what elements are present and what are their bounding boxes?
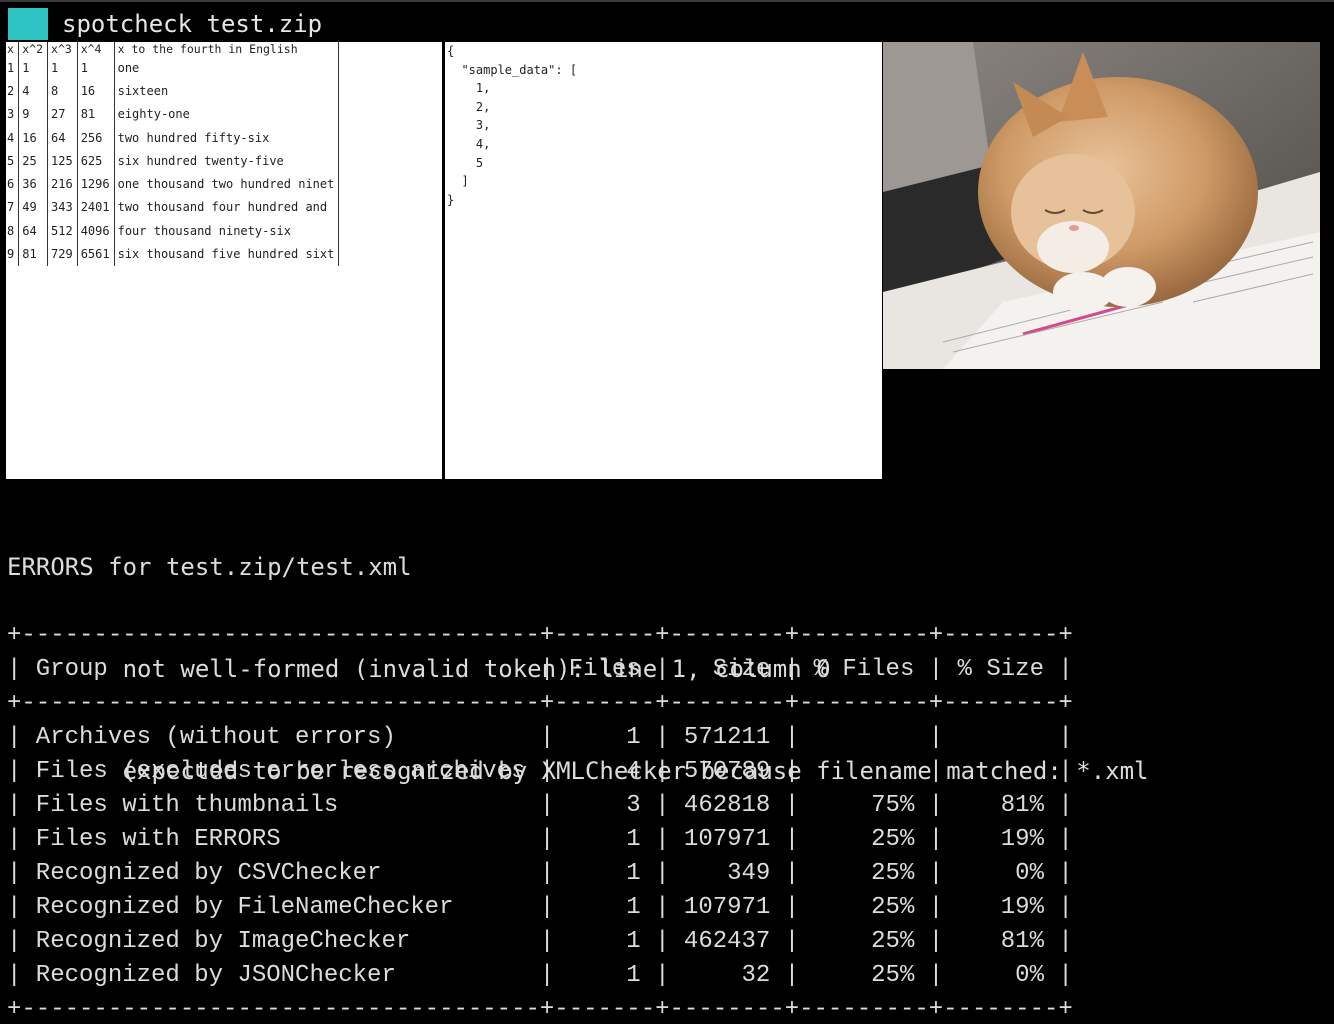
table-header-row: | Group | Files | Size | % Files | % Siz… xyxy=(7,656,1073,683)
csv-cell: 9 xyxy=(7,247,15,262)
csv-cell: x^2 xyxy=(18,42,48,56)
csv-cell: 625 xyxy=(76,149,115,173)
table-row: | Recognized by CSVChecker | 1 | 349 | 2… xyxy=(7,860,1073,887)
csv-cell: 729 xyxy=(47,242,78,266)
csv-cell: 64 xyxy=(18,219,48,243)
csv-row: 2 4 8 16 sixteen xyxy=(6,79,340,103)
csv-row: 4 16 64 256 two hundred fifty-six xyxy=(6,125,340,150)
csv-cell: 216 xyxy=(47,172,78,196)
csv-cell: 256 xyxy=(76,125,115,150)
csv-cell: x^4 xyxy=(76,42,115,56)
csv-row: 5 25 125 625 six hundred twenty-five xyxy=(6,149,340,173)
csv-cell: 16 xyxy=(18,125,48,150)
csv-cell: four thousand ninety-six xyxy=(113,219,340,243)
csv-cell: 2 xyxy=(7,83,15,98)
csv-cell: 81 xyxy=(18,242,48,266)
stats-table: +------------------------------------+--… xyxy=(7,619,1073,1024)
csv-cell: 5 xyxy=(7,153,15,168)
table-row: | Archives (without errors) | 1 | 571211… xyxy=(7,724,1073,751)
json-thumbnail: { "sample_data": [ 1, 2, 3, 4, 5 ] } xyxy=(445,42,882,479)
csv-row: 6 36 216 1296 one thousand two hundred ninet xyxy=(6,172,340,196)
csv-cell: 16 xyxy=(76,79,115,103)
table-row: | Recognized by FileNameChecker | 1 | 10… xyxy=(7,894,1073,921)
table-border: +------------------------------------+--… xyxy=(7,622,1073,649)
csv-thumbnail: x x^2 x^3 x^4 x to the fourth in English 1 1 1 1… xyxy=(6,42,442,479)
csv-cell: 36 xyxy=(18,172,48,196)
csv-row: 8 64 512 4096 four thousand ninety-six xyxy=(6,219,340,243)
window-title: spotcheck test.zip xyxy=(62,10,323,38)
csv-cell: x to the fourth in English xyxy=(113,42,340,56)
csv-row: 1 1 1 1 one xyxy=(6,56,340,80)
csv-cell: 343 xyxy=(47,195,78,220)
csv-cell: 1296 xyxy=(76,172,115,196)
csv-cell: 27 xyxy=(47,102,78,126)
csv-cell: x^3 xyxy=(47,42,78,56)
table-row: | Recognized by ImageChecker | 1 | 46243… xyxy=(7,928,1073,955)
csv-cell: 1 xyxy=(47,56,78,80)
cat-image-thumbnail xyxy=(883,42,1320,369)
csv-table: x x^2 x^3 x^4 x to the fourth in English 1 1 1 1… xyxy=(6,42,340,266)
csv-cell: 1 xyxy=(7,60,15,75)
csv-cell: 2401 xyxy=(76,195,115,220)
table-border: +------------------------------------+--… xyxy=(7,996,1073,1023)
csv-row: 9 81 729 6561 six thousand five hundred sixt xyxy=(6,242,340,266)
csv-cell: 125 xyxy=(47,149,78,173)
csv-cell: 1 xyxy=(18,56,48,80)
csv-cell: 4096 xyxy=(76,219,115,243)
csv-cell: two hundred fifty-six xyxy=(113,125,340,150)
csv-cell: 64 xyxy=(47,125,78,150)
csv-cell: 3 xyxy=(7,107,15,122)
csv-cell: 4 xyxy=(18,79,48,103)
csv-header-row: x x^2 x^3 x^4 x to the fourth in English xyxy=(6,42,340,56)
csv-cell: 9 xyxy=(18,102,48,126)
errors-heading: ERRORS for test.zip/test.xml xyxy=(7,553,412,581)
cat-photo xyxy=(883,42,1320,369)
csv-cell: x xyxy=(7,42,14,56)
table-row: | Recognized by JSONChecker | 1 | 32 | 2… xyxy=(7,962,1073,989)
csv-cell: 8 xyxy=(47,79,78,103)
csv-cell: 512 xyxy=(47,219,78,243)
table-row: | Files with ERRORS | 1 | 107971 | 25% |… xyxy=(7,826,1073,853)
table-row: | Files (excludes errorless archives | 4… xyxy=(7,758,1073,785)
json-text: { "sample_data": [ 1, 2, 3, 4, 5 ] } xyxy=(447,44,578,207)
cursor-block xyxy=(8,8,48,40)
csv-cell: one thousand two hundred ninet xyxy=(113,172,340,196)
csv-cell: 6561 xyxy=(76,242,115,266)
csv-cell: 49 xyxy=(18,195,48,220)
title-bar: spotcheck test.zip xyxy=(0,0,1334,42)
csv-cell: eighty-one xyxy=(113,102,340,126)
csv-cell: 8 xyxy=(7,223,15,238)
csv-cell: sixteen xyxy=(113,79,340,103)
csv-cell: one xyxy=(113,56,340,80)
csv-cell: six thousand five hundred sixt xyxy=(113,242,340,266)
csv-cell: 6 xyxy=(7,177,15,192)
csv-cell: six hundred twenty-five xyxy=(113,149,340,173)
table-border: +------------------------------------+--… xyxy=(7,690,1073,717)
csv-cell: 1 xyxy=(76,56,115,80)
csv-cell: 25 xyxy=(18,149,48,173)
csv-row: 7 49 343 2401 two thousand four hundred and xyxy=(6,195,340,220)
csv-cell: 4 xyxy=(7,130,15,145)
csv-cell: 7 xyxy=(7,200,15,215)
csv-cell: 81 xyxy=(76,102,115,126)
csv-row: 3 9 27 81 eighty-one xyxy=(6,102,340,126)
csv-cell: two thousand four hundred and xyxy=(113,195,340,220)
table-row: | Files with thumbnails | 3 | 462818 | 7… xyxy=(7,792,1073,819)
